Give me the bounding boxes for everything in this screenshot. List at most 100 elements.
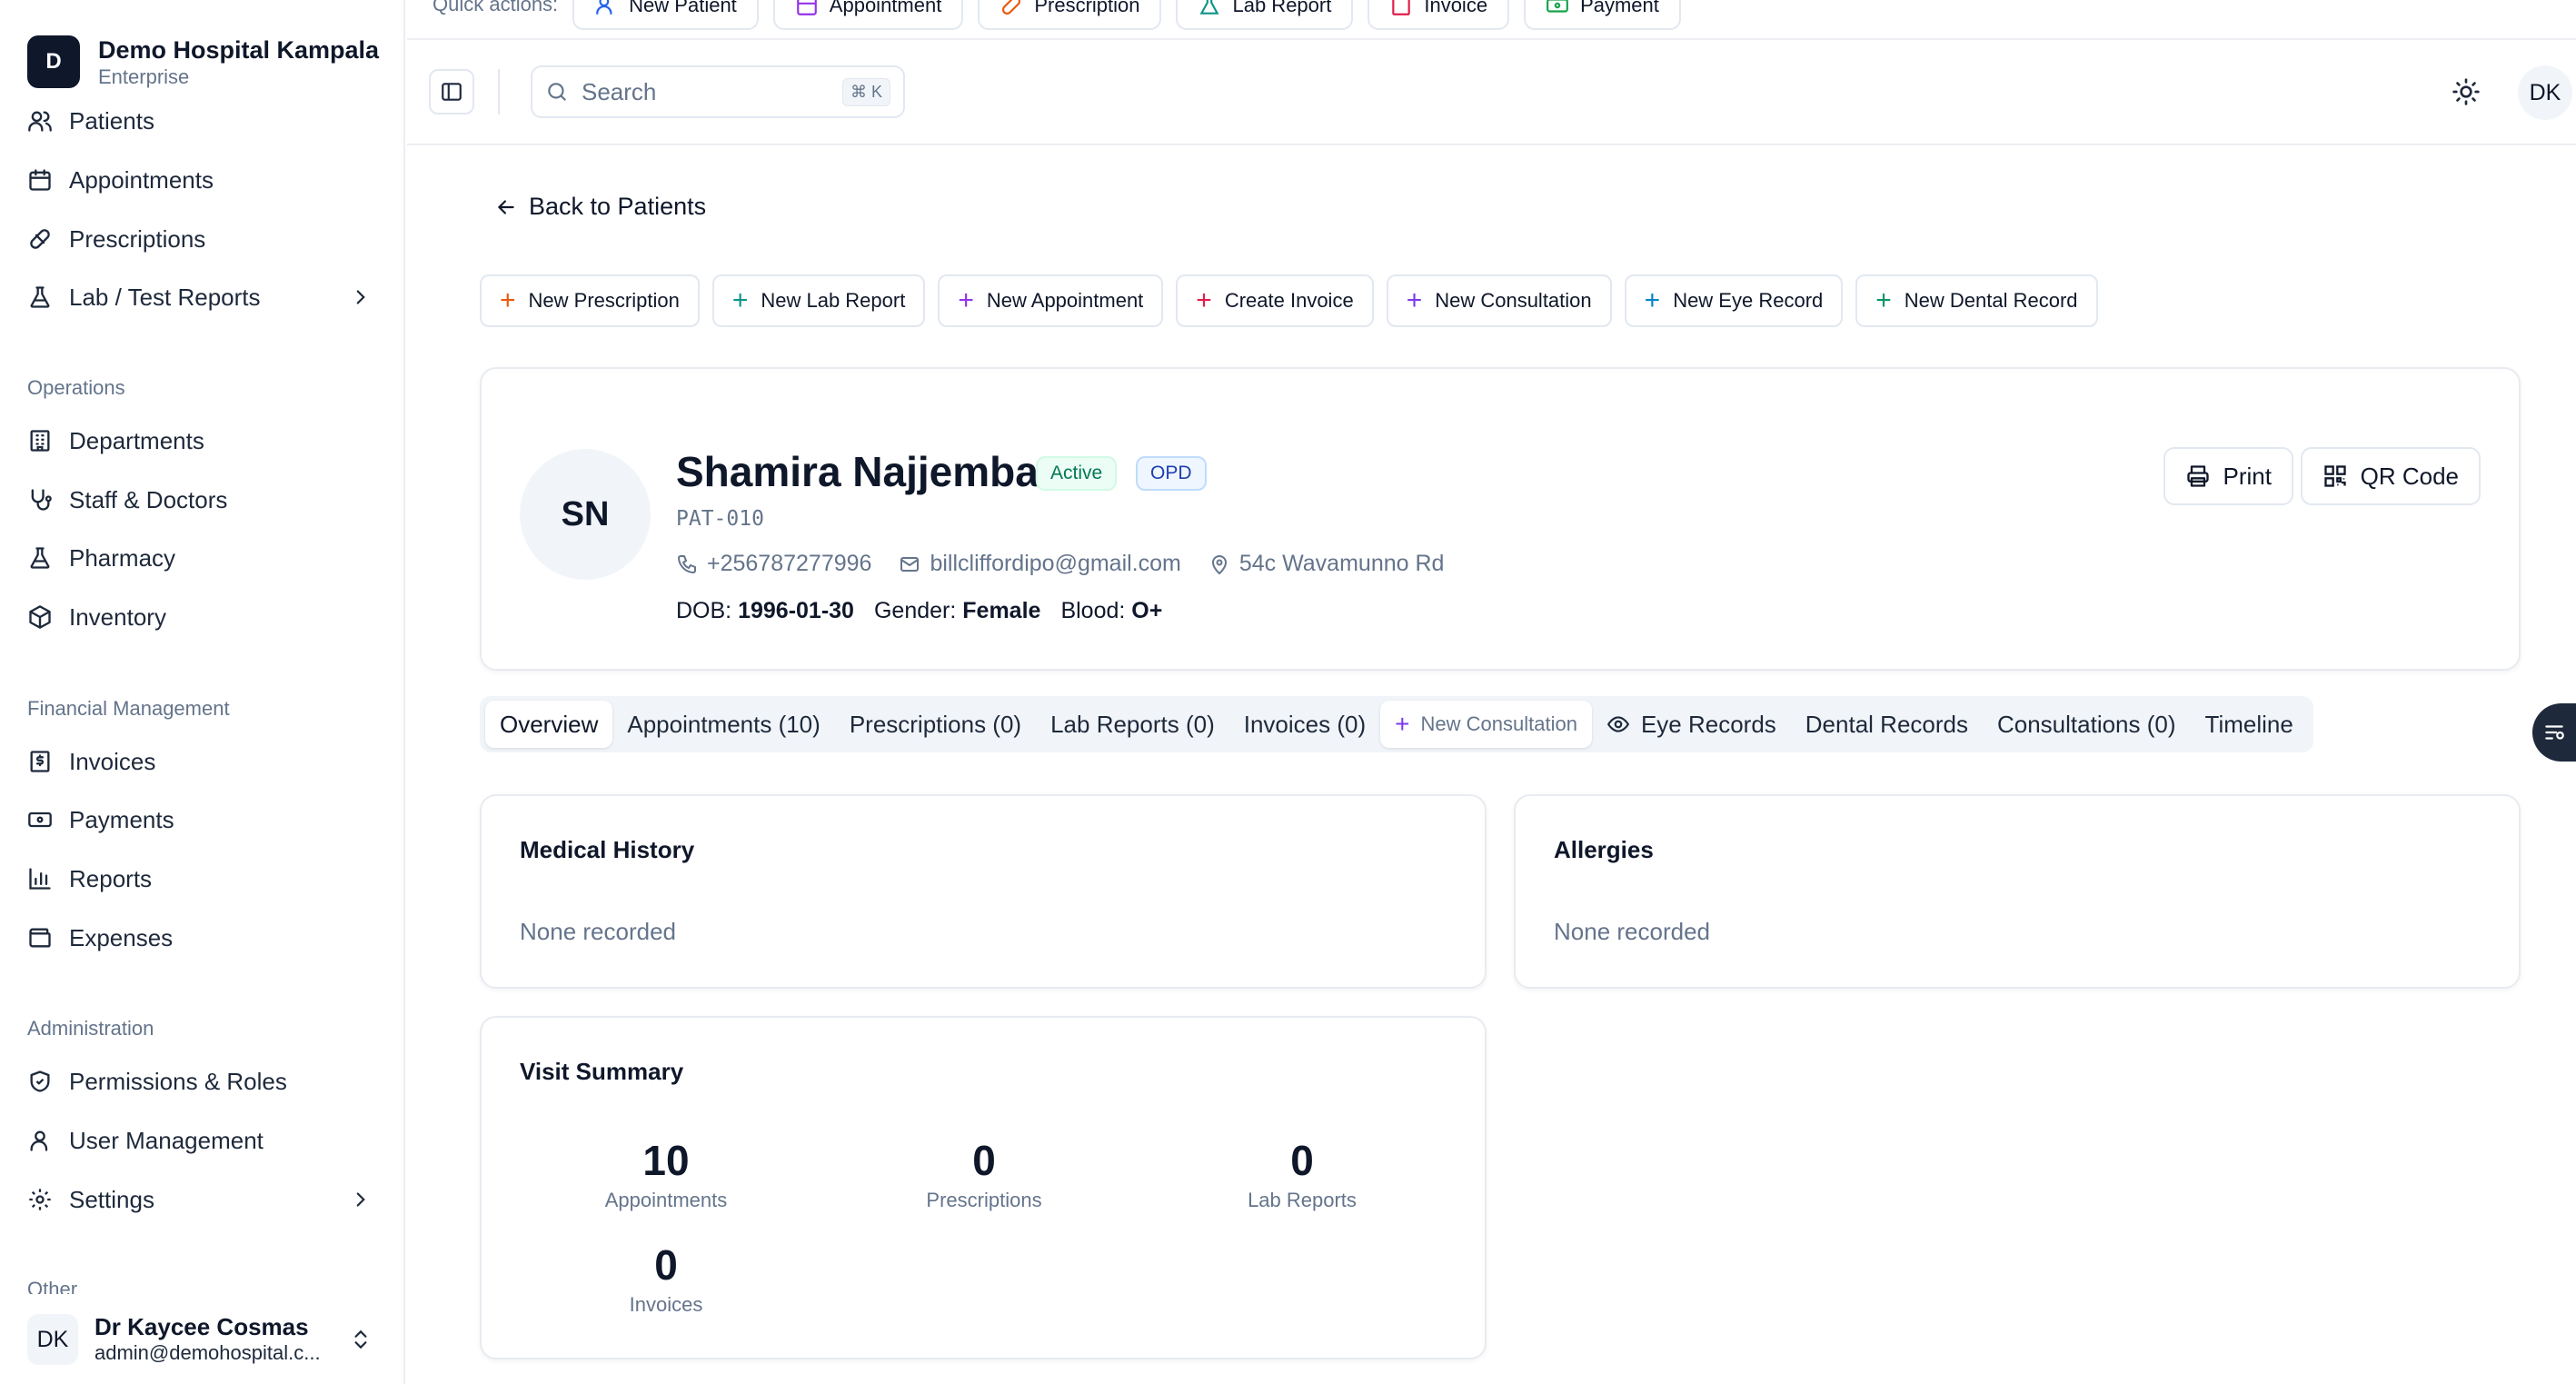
tab-new-consultation-button[interactable]: + New Consultation — [1380, 701, 1592, 748]
new-consultation-button[interactable]: + New Consultation — [1386, 274, 1612, 327]
action-label: New Eye Record — [1673, 289, 1824, 312]
sidebar-item-payments[interactable]: Payments — [27, 798, 373, 841]
new-eye-record-button[interactable]: + New Eye Record — [1624, 274, 1844, 327]
sidebar-item-settings[interactable]: Settings — [27, 1178, 373, 1221]
sidebar-item-label: Expenses — [69, 923, 174, 951]
user-icon — [30, 1130, 48, 1151]
avatar: DK — [27, 1314, 78, 1365]
patient-id: PAT-010 — [676, 507, 764, 531]
tab-label: Lab Reports (0) — [1050, 710, 1215, 738]
search-input[interactable]: Search ⌘ K — [531, 65, 905, 118]
quick-button-label: Invoice — [1424, 0, 1488, 16]
sidebar-item-label: Payments — [69, 805, 174, 833]
sidebar-item-label: Staff & Doctors — [69, 485, 228, 513]
header-avatar[interactable]: DK — [2518, 65, 2572, 120]
quick-prescription-button[interactable]: Prescription — [978, 0, 1162, 30]
new-dental-record-button[interactable]: + New Dental Record — [1855, 274, 2098, 327]
sidebar-item-expenses[interactable]: Expenses — [27, 916, 373, 960]
sidebar-item-patients[interactable]: Patients — [27, 99, 373, 143]
sun-icon — [2452, 78, 2480, 105]
patient-gender: Gender: Female — [874, 598, 1040, 624]
search-placeholder: Search — [582, 77, 657, 105]
new-prescription-button[interactable]: + New Prescription — [480, 274, 700, 327]
user-menu[interactable]: DK Dr Kaycee Cosmas admin@demohospital.c… — [27, 1313, 373, 1366]
new-lab-report-button[interactable]: + New Lab Report — [711, 274, 926, 327]
stat-label: Lab Reports — [1248, 1189, 1357, 1211]
action-label: New Lab Report — [761, 289, 906, 312]
sidebar-item-reports[interactable]: Reports — [27, 857, 373, 901]
brand[interactable]: D Demo Hospital Kampala Enterprise — [27, 35, 379, 89]
qr-code-icon — [2323, 465, 2346, 487]
sidebar-item-label: Lab / Test Reports — [69, 283, 261, 311]
patient-email-text: billcliffordipo@gmail.com — [930, 551, 1181, 576]
tab-label: Appointments (10) — [627, 710, 821, 738]
sidebar-item-pharmacy[interactable]: Pharmacy — [27, 536, 373, 580]
sidebar-item-permissions[interactable]: Permissions & Roles — [27, 1060, 373, 1103]
stat-prescriptions: 0 Prescriptions — [848, 1136, 1120, 1212]
plus-icon: + — [958, 285, 974, 315]
banknote-icon — [1547, 0, 1568, 13]
patient-type-badge: OPD — [1136, 456, 1207, 491]
chevrons-up-down-icon — [354, 1329, 367, 1349]
tab-overview[interactable]: Overview — [485, 701, 613, 748]
print-button[interactable]: Print — [2163, 447, 2293, 505]
gender-value: Female — [962, 598, 1041, 623]
sidebar-item-label: Settings — [69, 1185, 154, 1213]
tab-label: Overview — [500, 710, 599, 738]
sidebar-item-appointments[interactable]: Appointments — [27, 158, 373, 202]
blood-value: O+ — [1131, 598, 1163, 623]
chevron-right-icon — [356, 290, 365, 304]
quick-appointment-button[interactable]: Appointment — [772, 0, 964, 30]
new-appointment-button[interactable]: + New Appointment — [938, 274, 1164, 327]
tab-invoices[interactable]: Invoices (0) — [1229, 701, 1380, 748]
patient-card: SN Shamira Najjemba Active OPD PAT-010 +… — [480, 367, 2521, 671]
qr-code-button[interactable]: QR Code — [2300, 447, 2481, 505]
stat-appointments: 10 Appointments — [530, 1136, 802, 1212]
building-icon — [30, 430, 50, 452]
theme-toggle-button[interactable] — [2447, 73, 2485, 111]
sidebar-item-label: Departments — [69, 426, 204, 454]
sidebar-item-departments[interactable]: Departments — [27, 419, 373, 463]
sidebar-item-inventory[interactable]: Inventory — [27, 595, 373, 639]
package-icon — [29, 605, 51, 629]
tab-dental-records[interactable]: Dental Records — [1791, 701, 1983, 748]
sidebar-item-label: Reports — [69, 864, 153, 892]
quick-button-label: New Patient — [629, 0, 737, 16]
stat-label: Appointments — [604, 1189, 728, 1211]
sidebar-item-user-management[interactable]: User Management — [27, 1119, 373, 1162]
tab-prescriptions[interactable]: Prescriptions (0) — [835, 701, 1036, 748]
back-to-patients-link[interactable]: Back to Patients — [494, 193, 706, 221]
sidebar-item-label: Invoices — [69, 747, 156, 775]
sidebar-item-prescriptions[interactable]: Prescriptions — [27, 217, 373, 261]
users-icon — [28, 111, 52, 132]
patient-address: 54c Wavamunno Rd — [1208, 551, 1444, 577]
tab-appointments[interactable]: Appointments (10) — [612, 701, 834, 748]
sidebar-item-invoices[interactable]: Invoices — [27, 740, 373, 783]
quick-invoice-button[interactable]: Invoice — [1368, 0, 1510, 30]
stat-lab-reports: 0 Lab Reports — [1166, 1136, 1438, 1212]
tab-lab-reports[interactable]: Lab Reports (0) — [1036, 701, 1229, 748]
sidebar-item-lab-reports[interactable]: Lab / Test Reports — [27, 275, 373, 319]
patient-tabs: Overview Appointments (10) Prescriptions… — [480, 696, 2313, 752]
quick-lab-report-button[interactable]: Lab Report — [1176, 0, 1354, 30]
quick-payment-button[interactable]: Payment — [1524, 0, 1681, 30]
floating-panel-button[interactable] — [2532, 703, 2576, 762]
sidebar-item-staff-doctors[interactable]: Staff & Doctors — [27, 478, 373, 522]
tab-eye-records[interactable]: Eye Records — [1592, 701, 1791, 748]
tab-timeline[interactable]: Timeline — [2191, 701, 2308, 748]
sidebar-item-label: Appointments — [69, 165, 214, 194]
sidebar-toggle-button[interactable] — [429, 69, 474, 115]
app-root: D Demo Hospital Kampala Enterprise Patie… — [0, 0, 2576, 1384]
quick-new-patient-button[interactable]: New Patient — [572, 0, 759, 30]
plus-icon: + — [1196, 285, 1212, 315]
patient-avatar: SN — [520, 449, 651, 580]
medical-history-title: Medical History — [520, 836, 695, 863]
chevron-right-icon — [356, 1192, 365, 1207]
medical-history-card: Medical History None recorded — [480, 794, 1487, 989]
tab-consultations[interactable]: Consultations (0) — [1983, 701, 2191, 748]
banknote-icon — [28, 811, 52, 828]
create-invoice-button[interactable]: + Create Invoice — [1176, 274, 1374, 327]
pill-icon — [30, 229, 50, 249]
back-label: Back to Patients — [529, 193, 707, 220]
qr-label: QR Code — [2360, 462, 2459, 490]
